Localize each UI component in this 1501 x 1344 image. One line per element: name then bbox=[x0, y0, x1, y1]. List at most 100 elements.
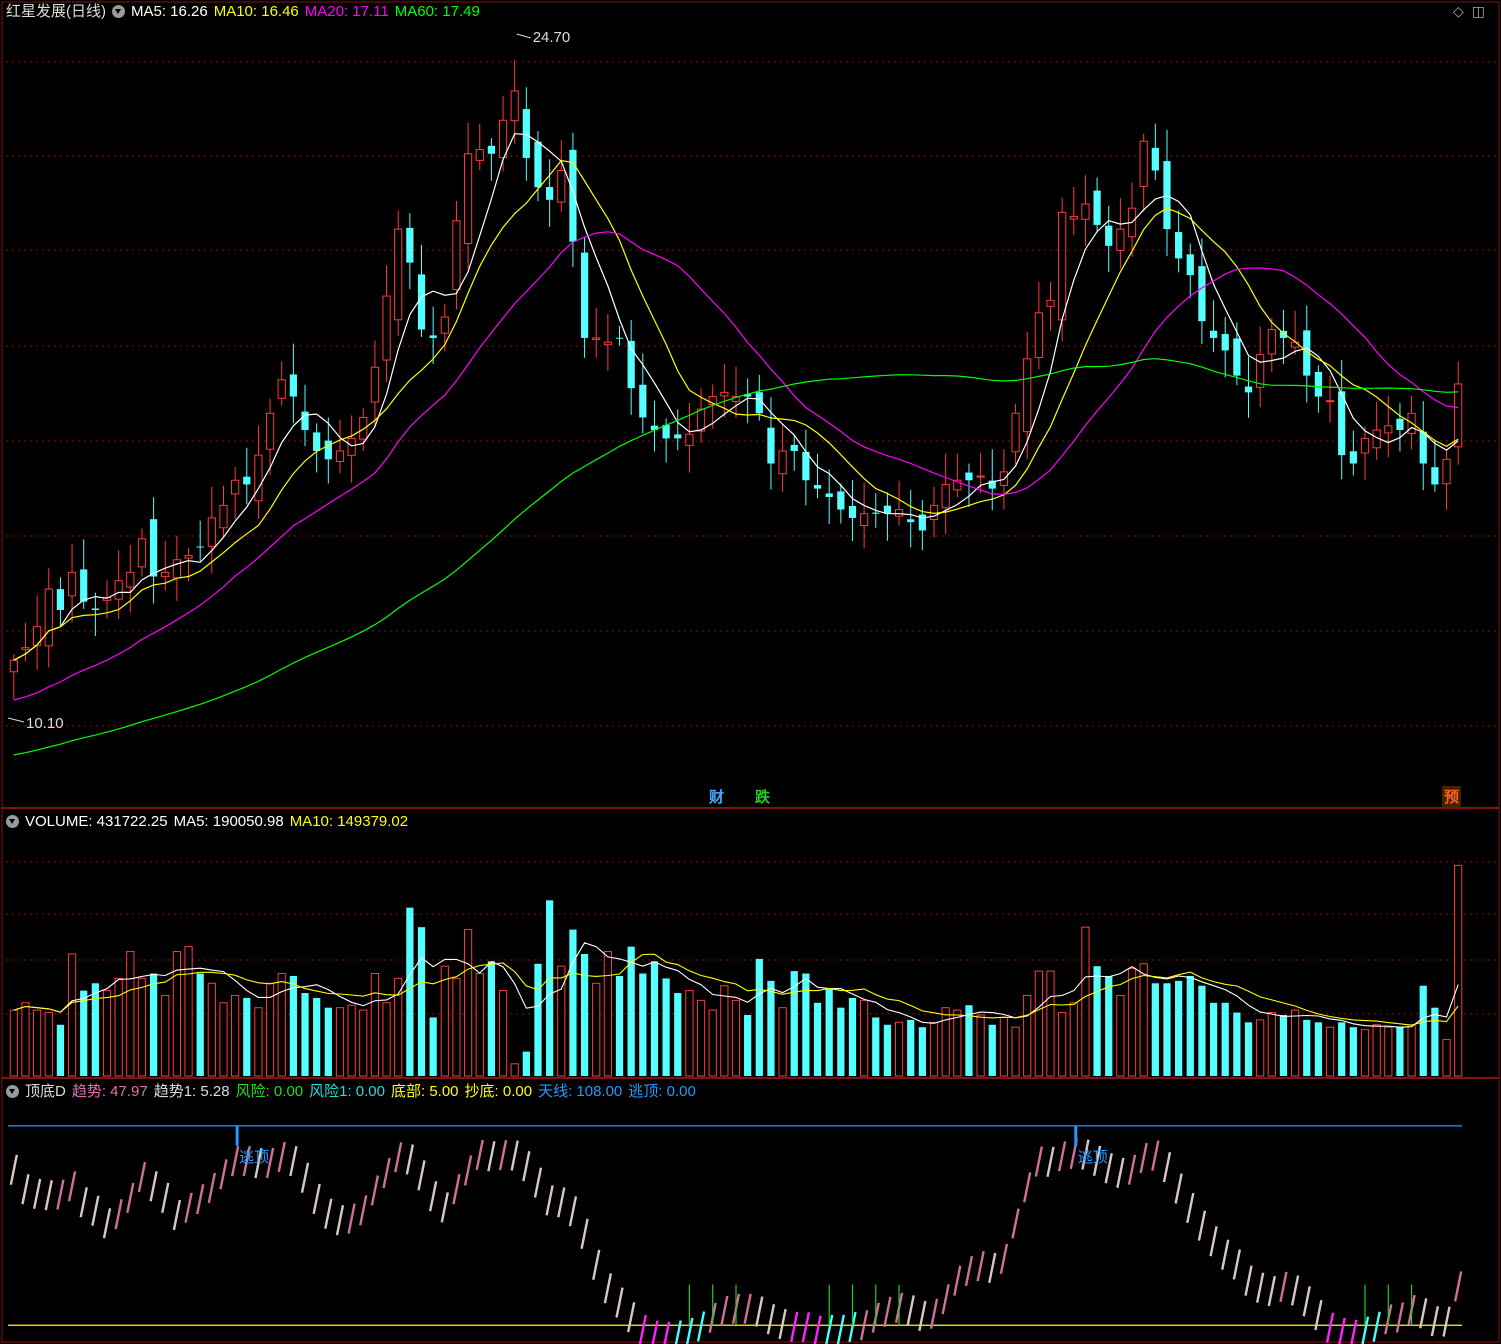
event-marker-1[interactable]: 跌 bbox=[753, 786, 772, 807]
candle-down bbox=[837, 491, 845, 510]
low-price-label: 10.10 bbox=[26, 715, 64, 732]
candle-down bbox=[487, 145, 496, 154]
volume-bar-up bbox=[137, 977, 147, 1077]
candle-up bbox=[1139, 140, 1148, 187]
candle-up bbox=[277, 379, 286, 399]
candle-up bbox=[1011, 412, 1020, 453]
candle-up bbox=[1325, 400, 1335, 403]
candle-up bbox=[720, 391, 729, 397]
volume-bar-up bbox=[999, 1016, 1009, 1077]
trend-bar bbox=[219, 1159, 228, 1190]
candle-down bbox=[848, 506, 857, 518]
candle-up bbox=[498, 119, 508, 158]
escape-top-label: 逃顶 bbox=[1078, 1149, 1108, 1166]
volume-bar-up bbox=[1325, 1026, 1335, 1077]
volume-bar-down bbox=[813, 1002, 822, 1076]
candle-up bbox=[1034, 312, 1043, 358]
trend-bar bbox=[114, 1199, 123, 1230]
trend-bar bbox=[1046, 1146, 1055, 1178]
trend-bar bbox=[91, 1195, 100, 1226]
volume-bar-up bbox=[370, 973, 380, 1077]
volume-bar-down bbox=[91, 983, 99, 1076]
trend-bar bbox=[161, 1182, 170, 1213]
volume-bar-up bbox=[603, 951, 612, 1077]
panel-menu-icon[interactable] bbox=[6, 814, 19, 828]
trend-bar bbox=[32, 1178, 42, 1210]
volume-bar-up bbox=[463, 929, 473, 1077]
candle-down bbox=[872, 512, 880, 514]
panel-menu-icon[interactable] bbox=[112, 4, 125, 18]
candle-up bbox=[335, 450, 345, 462]
candle-down bbox=[639, 384, 647, 418]
volume-bar-up bbox=[382, 1002, 391, 1077]
trend-bar bbox=[557, 1187, 566, 1218]
volume-bar-down bbox=[289, 975, 297, 1076]
candle-up bbox=[1069, 216, 1078, 220]
trend-bar bbox=[1232, 1249, 1242, 1280]
split-icon[interactable]: ◫ bbox=[1472, 3, 1493, 19]
indicator-legend-1: 趋势: 47.97 bbox=[71, 1083, 148, 1100]
volume-bar-down bbox=[767, 980, 775, 1076]
trend-bar bbox=[638, 1314, 647, 1344]
volume-bar-down bbox=[1198, 985, 1206, 1076]
trend-bar bbox=[1174, 1173, 1183, 1204]
candle-down bbox=[1396, 418, 1404, 431]
candle-up bbox=[370, 366, 380, 403]
event-marker-2[interactable]: 预 bbox=[1442, 786, 1462, 807]
candle-down bbox=[429, 335, 437, 338]
volume-bar-down bbox=[988, 1024, 996, 1076]
volume-bar-up bbox=[1034, 970, 1043, 1077]
volume-bar-up bbox=[731, 999, 741, 1077]
volume-bar-up bbox=[894, 1021, 904, 1077]
volume-bar-down bbox=[243, 997, 251, 1076]
candle-down bbox=[406, 227, 414, 263]
ma20-line bbox=[13, 231, 1459, 701]
candle-up bbox=[440, 316, 449, 334]
volume-bar-down bbox=[918, 1027, 926, 1076]
trend-bar bbox=[836, 1314, 846, 1344]
candle-up bbox=[382, 295, 391, 361]
volume-bar-down bbox=[1303, 1019, 1311, 1076]
candle-down bbox=[289, 374, 297, 397]
candle-down bbox=[790, 444, 798, 451]
trend-bar bbox=[592, 1249, 601, 1280]
volume-bar-down bbox=[802, 973, 810, 1076]
volume-bar-up bbox=[592, 982, 601, 1077]
indicator-legend-6: 抄底: 0.00 bbox=[464, 1083, 533, 1100]
candle-up bbox=[894, 509, 904, 517]
candle-down bbox=[313, 432, 321, 451]
trend-bar bbox=[382, 1157, 391, 1189]
candle-down bbox=[767, 427, 775, 464]
escape-top-label: 逃顶 bbox=[239, 1149, 269, 1166]
trend-bar bbox=[929, 1298, 939, 1329]
trend-bar bbox=[405, 1144, 415, 1175]
trend-bar bbox=[1221, 1239, 1230, 1270]
trend-bar bbox=[1151, 1140, 1160, 1171]
volume-bar-down bbox=[1349, 1027, 1357, 1076]
panel-menu-icon[interactable] bbox=[6, 1084, 19, 1098]
candle-down bbox=[534, 141, 542, 188]
candle-down bbox=[1349, 451, 1357, 464]
volume-bar-down bbox=[650, 961, 659, 1076]
window-controls[interactable]: ◇◫ bbox=[1453, 3, 1493, 20]
volume-bar-down bbox=[639, 973, 647, 1076]
indicator-legend-4: 风险1: 0.00 bbox=[309, 1083, 385, 1100]
stock-title[interactable]: 红星发展(日线) bbox=[6, 3, 106, 20]
trend-bar bbox=[1419, 1298, 1428, 1329]
stock-chart[interactable]: 逃顶 逃顶 24.70 10.10 bbox=[0, 0, 1501, 1344]
diamond-icon[interactable]: ◇ bbox=[1453, 3, 1472, 19]
trend-bar bbox=[102, 1208, 112, 1239]
volume-bar-up bbox=[1372, 1024, 1381, 1077]
volume-bar-down bbox=[546, 900, 554, 1076]
price-legend-3: MA60: 17.49 bbox=[394, 3, 480, 20]
trend-bar bbox=[230, 1146, 240, 1177]
volume-bar-up bbox=[1256, 1019, 1265, 1077]
candle-up bbox=[207, 517, 216, 547]
candle-up bbox=[126, 571, 135, 588]
event-marker-0[interactable]: 财 bbox=[707, 786, 726, 807]
volume-bar-down bbox=[1186, 975, 1194, 1076]
trend-bar bbox=[21, 1174, 30, 1205]
volume-bar-up bbox=[161, 994, 170, 1077]
trend-bar bbox=[347, 1203, 356, 1234]
volume-bar-down bbox=[1314, 1022, 1323, 1076]
